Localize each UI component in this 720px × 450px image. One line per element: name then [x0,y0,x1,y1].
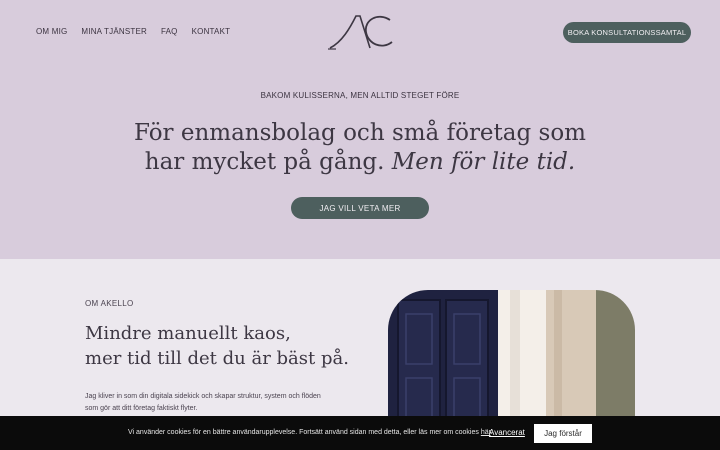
main-nav: OM MIG MINA TJÄNSTER FAQ KONTAKT [36,27,230,36]
cookie-message: Vi använder cookies för en bättre använd… [128,429,493,436]
about-text-line-1: Jag kliver in som din digitala sidekick … [85,393,321,400]
about-text-line-2: som gör att ditt företag faktiskt flyter… [85,405,198,412]
about-title-line-2: mer tid till det du är bäst på. [85,348,349,369]
headline-line-2: har mycket på gång. Men för lite tid. [0,148,720,177]
cookie-accept-button[interactable]: Jag förstår [534,424,592,443]
about-title-line-1: Mindre manuellt kaos, [85,323,291,344]
about-text: Jag kliver in som din digitala sidekick … [85,391,335,415]
headline-plain: har mycket på gång. [144,149,385,175]
nav-item-mina-tjanster[interactable]: MINA TJÄNSTER [81,27,147,36]
about-eyebrow: OM AKELLO [85,299,134,308]
cookie-text: Vi använder cookies för en bättre använd… [128,429,479,436]
about-title: Mindre manuellt kaos, mer tid till det d… [85,321,349,371]
book-consultation-button[interactable]: BOKA KONSULTATIONSSAMTAL [563,22,691,43]
nav-item-faq[interactable]: FAQ [161,27,178,36]
hero-section: OM MIG MINA TJÄNSTER FAQ KONTAKT BOKA KO… [0,0,720,259]
nav-item-om-mig[interactable]: OM MIG [36,27,67,36]
hero-eyebrow: BAKOM KULISSERNA, MEN ALLTID STEGET FÖRE [260,91,460,100]
cookie-banner: Vi använder cookies för en bättre använd… [0,416,720,450]
learn-more-button[interactable]: JAG VILL VETA MER [291,197,429,219]
nav-item-kontakt[interactable]: KONTAKT [192,27,231,36]
logo[interactable] [326,12,396,52]
headline-italic: Men för lite tid. [391,149,576,175]
headline-line-1: För enmansbolag och små företag som [134,120,586,146]
hero-headline: För enmansbolag och små företag som har … [0,119,720,177]
cookie-advanced-link[interactable]: Avancerat [489,428,525,437]
